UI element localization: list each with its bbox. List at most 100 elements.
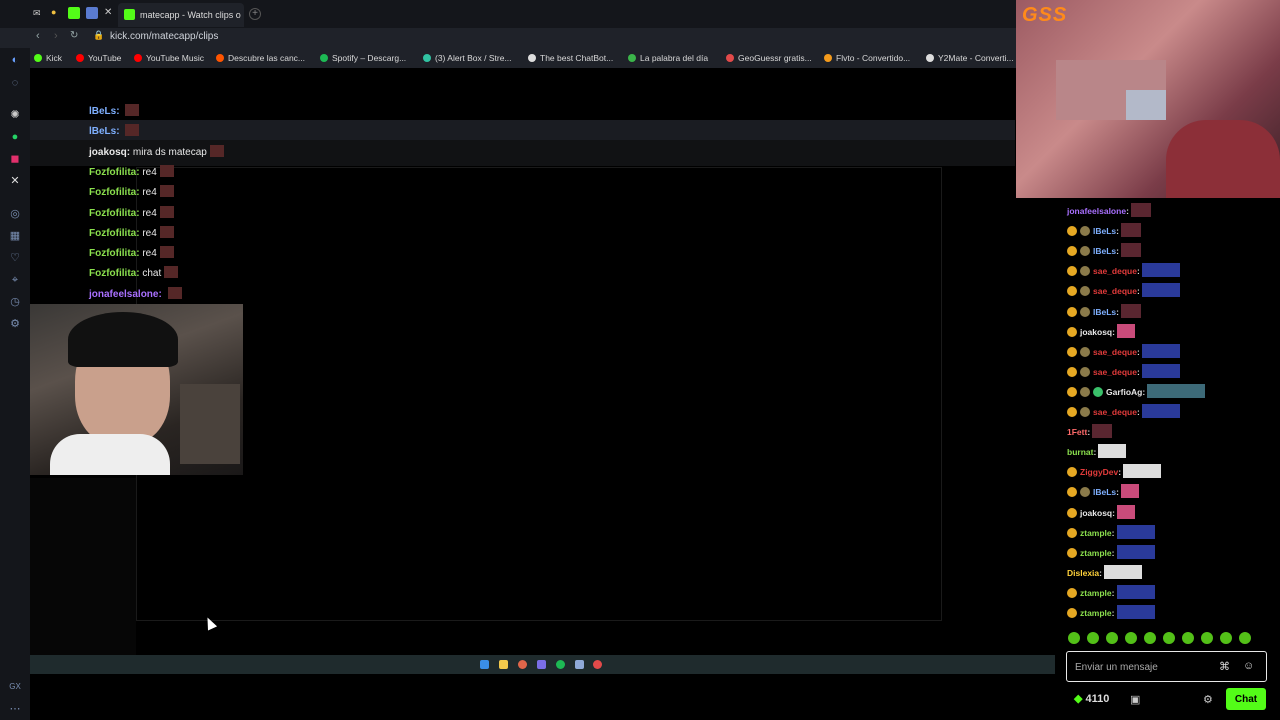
- music-icon[interactable]: ◎: [8, 207, 22, 221]
- new-tab-icon[interactable]: +: [249, 8, 261, 20]
- chatgpt-icon[interactable]: ✺: [8, 108, 22, 122]
- bookmark-item[interactable]: La palabra del día: [628, 53, 708, 63]
- whatsapp-icon[interactable]: ●: [8, 130, 22, 144]
- chat-separator: :: [1118, 467, 1122, 478]
- bookmark-item[interactable]: YouTube Music: [134, 53, 204, 63]
- aria-icon[interactable]: ◌: [8, 76, 22, 90]
- bookmark-item[interactable]: Kick: [34, 53, 62, 63]
- badge-icon: [1080, 266, 1090, 277]
- emote-icon[interactable]: [1201, 632, 1213, 644]
- instagram-icon[interactable]: ◼: [8, 152, 22, 166]
- settings-icon[interactable]: ⚙: [8, 317, 22, 331]
- bookmark-item[interactable]: (3) Alert Box / Stre...: [423, 53, 512, 63]
- chat-input-box[interactable]: ⌘ ☺: [1066, 651, 1267, 682]
- streamer-webcam: [30, 304, 243, 475]
- pin-icon[interactable]: ⌖: [8, 273, 22, 287]
- emoji-icon[interactable]: ☺: [1243, 660, 1254, 672]
- chat-emote: [1141, 363, 1180, 378]
- chat-message-input[interactable]: [1075, 659, 1205, 675]
- app-icon[interactable]: [575, 660, 584, 669]
- chat-emote: [1103, 564, 1142, 579]
- chat-username[interactable]: lBeLs: [1093, 246, 1116, 256]
- heart-icon[interactable]: ♡: [8, 251, 22, 265]
- explorer-icon[interactable]: [499, 660, 508, 669]
- chat-username[interactable]: ztample: [1080, 608, 1112, 618]
- store-icon[interactable]: ▣: [1130, 693, 1140, 706]
- back-icon[interactable]: ‹: [36, 30, 40, 42]
- tab-active[interactable]: matecapp - Watch clips o: [118, 3, 244, 27]
- chat-username[interactable]: jonafeelsalone: [1067, 206, 1126, 216]
- bookmark-favicon-icon: [423, 54, 431, 62]
- bookmark-item[interactable]: Spotify – Descarg...: [320, 53, 406, 63]
- bookmark-item[interactable]: YouTube: [76, 53, 121, 63]
- bookmark-favicon-icon: [134, 54, 142, 62]
- chat-username[interactable]: 1Fett: [1067, 427, 1087, 437]
- facecam-video[interactable]: GSS: [1016, 0, 1280, 198]
- speed-dial-icon[interactable]: ◐: [8, 53, 22, 67]
- chat-settings-icon[interactable]: ⚙: [1203, 693, 1213, 706]
- start-icon[interactable]: [480, 660, 489, 669]
- x-tab-icon[interactable]: ✕: [104, 7, 112, 18]
- send-chat-button[interactable]: Chat: [1226, 688, 1266, 710]
- chat-username[interactable]: lBeLs: [1093, 307, 1116, 317]
- spotify-icon[interactable]: [556, 660, 565, 669]
- chat-username[interactable]: ztample: [1080, 548, 1112, 558]
- chat-username[interactable]: sae_deque: [1093, 407, 1137, 417]
- chat-username[interactable]: sae_deque: [1093, 286, 1137, 296]
- emote-icon[interactable]: [1182, 632, 1194, 644]
- bookmark-item[interactable]: GeoGuessr gratis...: [726, 53, 812, 63]
- emote-image: [159, 205, 174, 218]
- bookmark-item[interactable]: Y2Mate - Converti...: [926, 53, 1014, 63]
- emote-icon[interactable]: [1068, 632, 1080, 644]
- chat-username[interactable]: ztample: [1080, 528, 1112, 538]
- discord-icon[interactable]: [537, 660, 546, 669]
- history-icon[interactable]: ◷: [8, 295, 22, 309]
- chat-message: lBeLs:: [1067, 484, 1139, 500]
- emote-image: [125, 124, 140, 137]
- extensions-icon[interactable]: ▦: [8, 229, 22, 243]
- chat-username[interactable]: Dislexia: [1067, 568, 1099, 578]
- emote-icon[interactable]: [1220, 632, 1232, 644]
- bookmark-item[interactable]: Descubre las canc...: [216, 53, 305, 63]
- bookmark-item[interactable]: The best ChatBot...: [528, 53, 613, 63]
- bookmark-item[interactable]: Flvto - Convertido...: [824, 53, 910, 63]
- chat-separator: :: [1142, 386, 1146, 397]
- kick-tab-icon[interactable]: [68, 7, 80, 19]
- chat-username[interactable]: GarfioAg: [1106, 387, 1142, 397]
- chat-username[interactable]: ztample: [1080, 588, 1112, 598]
- gx-icon[interactable]: GX: [8, 680, 22, 694]
- chat-username[interactable]: joakosq: [1080, 508, 1112, 518]
- reload-icon[interactable]: ↻: [70, 30, 78, 41]
- chat-username[interactable]: burnat: [1067, 447, 1093, 457]
- emote-icon[interactable]: [1144, 632, 1156, 644]
- chat-username[interactable]: sae_deque: [1093, 266, 1137, 276]
- mail-icon[interactable]: ✉: [33, 8, 41, 19]
- emote-icon[interactable]: [1239, 632, 1251, 644]
- x-twitter-icon[interactable]: ✕: [8, 174, 22, 188]
- bookmark-label: GeoGuessr gratis...: [738, 53, 812, 63]
- chat-separator: :: [1136, 286, 1140, 297]
- channel-points[interactable]: ◆ 4110: [1074, 692, 1109, 705]
- chat-username[interactable]: lBeLs: [1093, 226, 1116, 236]
- duck-icon[interactable]: ●: [51, 7, 56, 17]
- more-icon[interactable]: ⋯: [8, 702, 22, 716]
- chat-username[interactable]: lBeLs: [1093, 487, 1116, 497]
- emote-icon[interactable]: [1125, 632, 1137, 644]
- chat-username[interactable]: joakosq: [1080, 327, 1112, 337]
- emote-bar[interactable]: [1068, 632, 1268, 646]
- chat-message: ztample:: [1067, 524, 1155, 541]
- opera-taskbar-icon[interactable]: [593, 660, 602, 669]
- chat-username[interactable]: sae_deque: [1093, 367, 1137, 377]
- command-icon[interactable]: ⌘: [1219, 660, 1230, 673]
- forward-icon[interactable]: ›: [54, 30, 58, 42]
- chat-username[interactable]: sae_deque: [1093, 347, 1137, 357]
- overlay-message: re4: [142, 187, 157, 199]
- chat-username[interactable]: ZiggyDev: [1080, 467, 1118, 477]
- chrome-icon[interactable]: [518, 660, 527, 669]
- audio-icon[interactable]: [86, 7, 98, 19]
- emote-icon[interactable]: [1163, 632, 1175, 644]
- emote-icon[interactable]: [1106, 632, 1118, 644]
- chat-separator: :: [1116, 226, 1119, 237]
- url-text[interactable]: kick.com/matecapp/clips: [110, 31, 218, 42]
- emote-icon[interactable]: [1087, 632, 1099, 644]
